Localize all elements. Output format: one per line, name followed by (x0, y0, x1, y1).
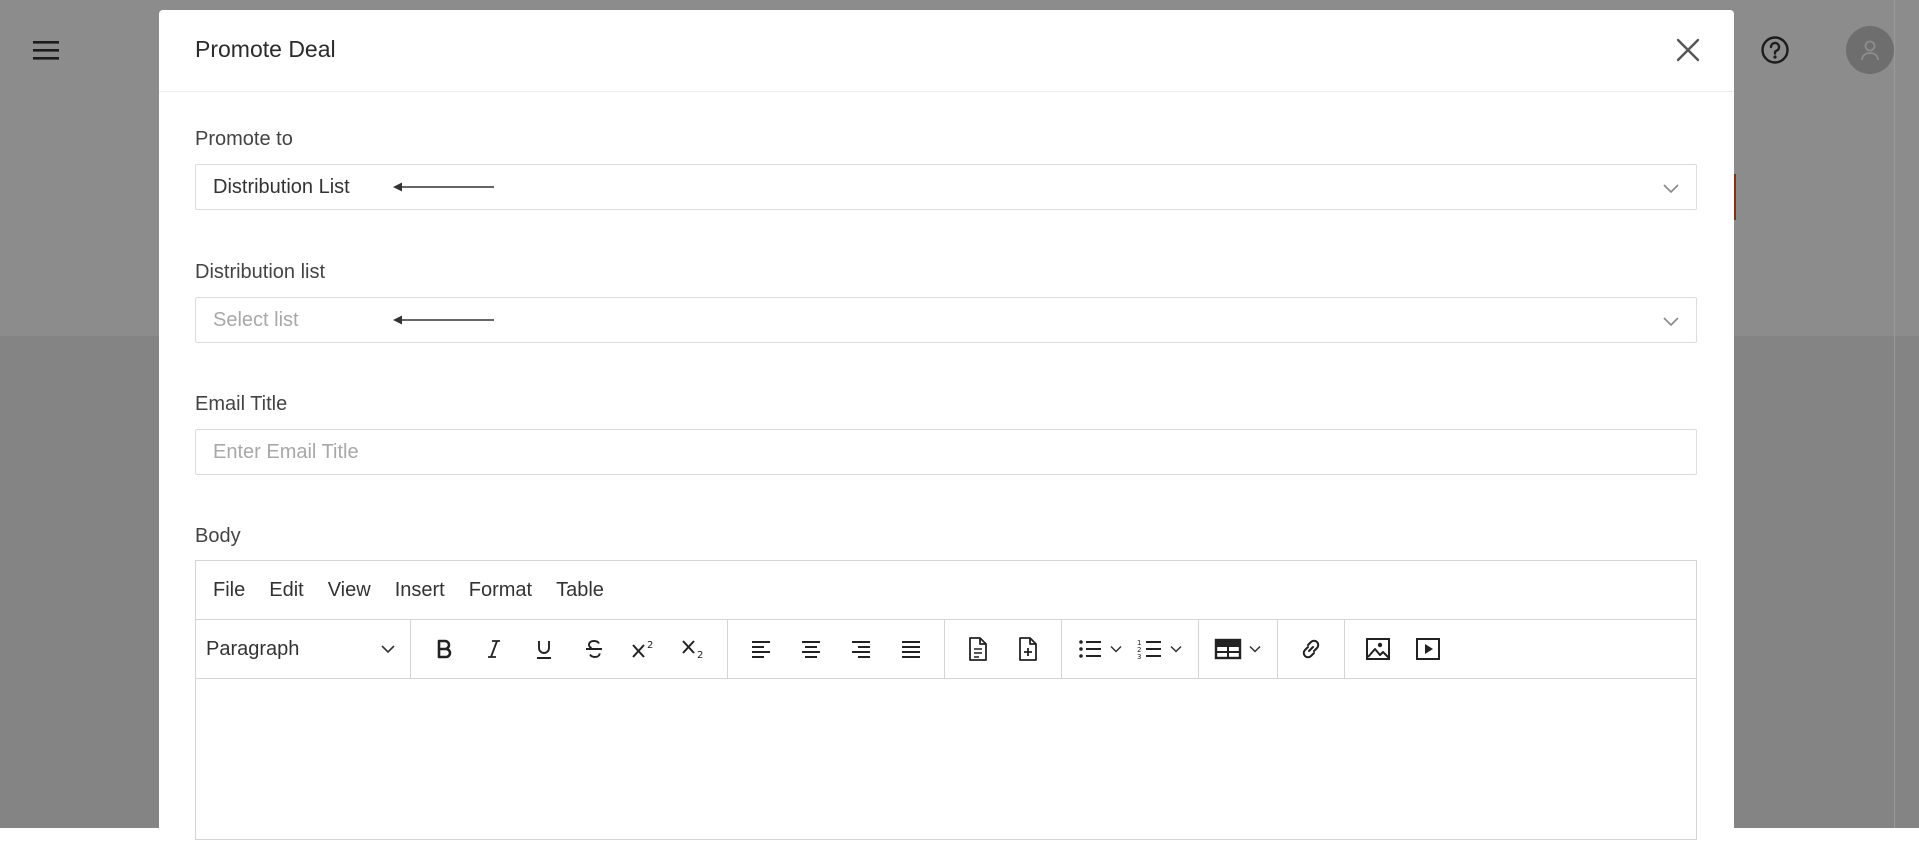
image-button[interactable] (1356, 629, 1400, 669)
superscript-icon: 2 (632, 640, 653, 658)
chevron-down-icon (1249, 645, 1261, 653)
close-icon (1676, 38, 1700, 62)
bullet-list-button[interactable] (1073, 629, 1127, 669)
email-title-input[interactable]: Enter Email Title (195, 429, 1697, 475)
subscript-button[interactable]: 2 (672, 629, 716, 669)
modal-header: Promote Deal (159, 10, 1734, 92)
email-title-placeholder: Enter Email Title (213, 441, 359, 463)
template-button[interactable] (956, 629, 1000, 669)
distribution-list-label: Distribution list (195, 261, 326, 283)
menu-view[interactable]: View (328, 579, 371, 602)
italic-button[interactable] (472, 629, 516, 669)
table-icon (1214, 638, 1242, 660)
email-title-label: Email Title (195, 393, 288, 415)
align-center-icon (802, 641, 820, 658)
window-border (1894, 0, 1895, 828)
link-group (1278, 620, 1345, 678)
close-button[interactable] (1672, 34, 1704, 66)
menu-file[interactable]: File (213, 579, 245, 602)
menu-format[interactable]: Format (469, 579, 532, 602)
rich-text-editor: File Edit View Insert Format Table Parag… (195, 560, 1697, 840)
svg-text:2: 2 (697, 650, 703, 661)
annotation-arrow-icon (393, 182, 494, 192)
subscript-icon: 2 (682, 640, 703, 661)
distribution-list-placeholder: Select list (213, 309, 299, 331)
alignment-group (728, 620, 945, 678)
strikethrough-icon (586, 640, 602, 658)
italic-icon (488, 640, 500, 658)
promote-to-select[interactable]: Distribution List (195, 164, 1697, 210)
align-justify-icon (902, 641, 920, 658)
link-button[interactable] (1289, 629, 1333, 669)
bold-icon (437, 639, 452, 659)
align-right-icon (852, 641, 870, 658)
menu-insert[interactable]: Insert (395, 579, 445, 602)
align-justify-button[interactable] (889, 629, 933, 669)
chevron-down-icon (1663, 317, 1679, 327)
promote-to-label: Promote to (195, 128, 293, 150)
numbered-list-icon: 123 (1137, 639, 1161, 661)
menu-edit[interactable]: Edit (269, 579, 303, 602)
link-icon (1302, 639, 1320, 659)
image-icon (1366, 638, 1390, 660)
media-icon (1416, 638, 1440, 660)
block-format-value: Paragraph (206, 637, 300, 660)
editor-toolbar: Paragraph 2 2 1 2 3 (196, 620, 1696, 679)
distribution-list-select[interactable]: Select list (195, 297, 1697, 343)
align-center-button[interactable] (789, 629, 833, 669)
editor-content-area[interactable] (196, 679, 1696, 841)
menu-table[interactable]: Table (556, 579, 604, 602)
svg-text:3: 3 (1137, 653, 1141, 661)
template-icon (969, 637, 987, 661)
promote-deal-modal: Promote Deal Promote to Distribution Lis… (159, 10, 1734, 840)
superscript-button[interactable]: 2 (622, 629, 666, 669)
table-button[interactable] (1210, 629, 1266, 669)
promote-to-value: Distribution List (213, 176, 350, 198)
annotation-arrow-icon (393, 315, 494, 325)
align-right-button[interactable] (839, 629, 883, 669)
bullet-list-icon (1079, 640, 1101, 658)
new-document-icon (1019, 637, 1037, 661)
chevron-down-icon (381, 645, 395, 654)
body-label: Body (195, 525, 241, 547)
numbered-list-button[interactable]: 123 (1133, 629, 1187, 669)
media-group (1345, 620, 1461, 678)
svg-text:2: 2 (647, 640, 653, 651)
bold-button[interactable] (422, 629, 466, 669)
list-group: 123 (1062, 620, 1199, 678)
underline-button[interactable] (522, 629, 566, 669)
chevron-down-icon (1663, 184, 1679, 194)
align-left-button[interactable] (739, 629, 783, 669)
align-left-icon (752, 641, 770, 658)
editor-menubar: File Edit View Insert Format Table (196, 561, 1696, 620)
new-document-button[interactable] (1006, 629, 1050, 669)
modal-title: Promote Deal (195, 36, 336, 62)
strikethrough-button[interactable] (572, 629, 616, 669)
table-group (1199, 620, 1278, 678)
underline-icon (537, 641, 551, 659)
media-button[interactable] (1406, 629, 1450, 669)
block-format-select[interactable]: Paragraph (196, 620, 411, 678)
document-group (945, 620, 1062, 678)
chevron-down-icon (1110, 645, 1122, 653)
text-format-group: 2 2 (411, 620, 728, 678)
chevron-down-icon (1170, 645, 1182, 653)
